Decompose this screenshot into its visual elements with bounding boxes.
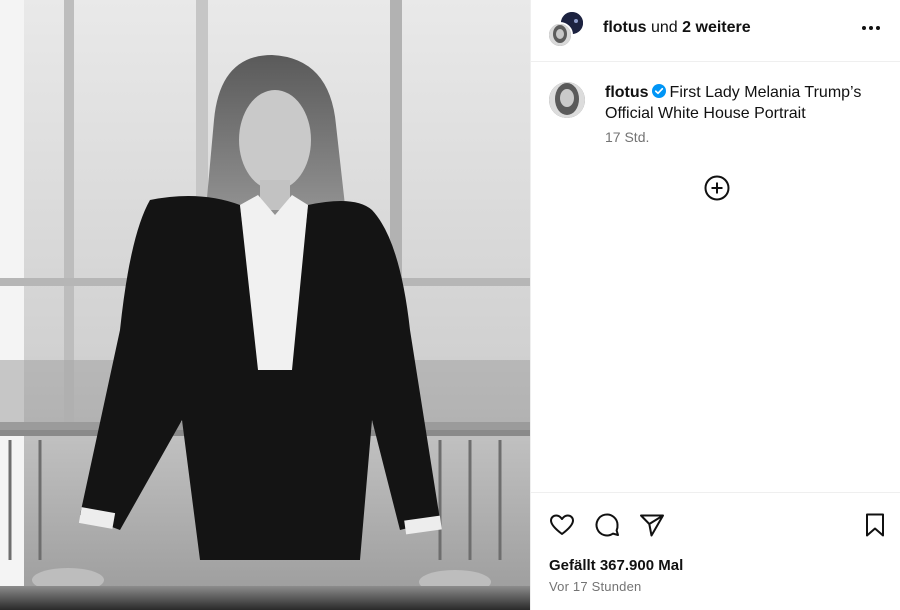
comment-icon[interactable] xyxy=(593,511,621,539)
post-actions: Gefällt 367.900 Mal Vor 17 Stunden xyxy=(531,492,900,610)
header-others[interactable]: 2 weitere xyxy=(682,19,750,36)
collab-avatars[interactable] xyxy=(547,10,587,50)
post-timestamp[interactable]: Vor 17 Stunden xyxy=(549,579,641,594)
bookmark-icon[interactable] xyxy=(861,511,889,539)
verified-icon xyxy=(651,84,666,98)
avatar[interactable] xyxy=(547,22,573,48)
caption-time[interactable]: 17 Std. xyxy=(605,129,649,145)
more-horizontal-icon[interactable] xyxy=(859,18,883,38)
heart-icon[interactable] xyxy=(548,511,576,539)
post-header: flotus und 2 weitere xyxy=(531,0,900,62)
caption-username[interactable]: flotus xyxy=(605,84,649,101)
header-username[interactable]: flotus xyxy=(603,19,647,36)
post-sidebar: flotus und 2 weitere flotus First Lady Me… xyxy=(530,0,900,610)
plus-circle-icon[interactable] xyxy=(704,175,730,201)
caption-text-block: flotus First Lady Melania Trump’s Officia… xyxy=(605,82,885,124)
header-joiner: und xyxy=(651,19,678,36)
share-icon[interactable] xyxy=(638,511,666,539)
likes-count[interactable]: Gefällt 367.900 Mal xyxy=(549,557,683,574)
avatar[interactable] xyxy=(549,82,585,118)
header-title[interactable]: flotus und 2 weitere xyxy=(603,19,751,37)
post-photo[interactable] xyxy=(0,0,530,610)
